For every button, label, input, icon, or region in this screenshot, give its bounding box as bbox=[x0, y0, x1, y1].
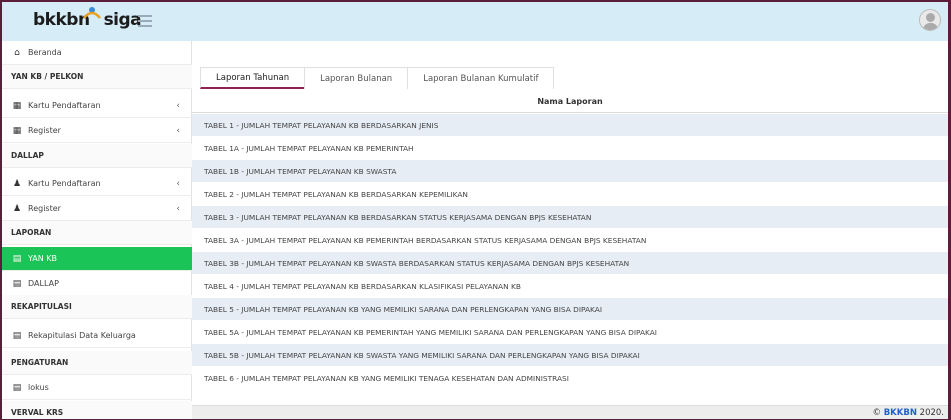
main-content: Laporan Tahunan Laporan Bulanan Laporan … bbox=[192, 41, 948, 419]
sidebar-item-dallap-kartu-pendaftaran[interactable]: ♟ Kartu Pendaftaran ‹ bbox=[2, 172, 192, 196]
chevron-left-icon: ‹ bbox=[176, 203, 180, 214]
user-avatar[interactable] bbox=[919, 9, 941, 31]
report-tabs: Laporan Tahunan Laporan Bulanan Laporan … bbox=[200, 67, 555, 89]
chevron-left-icon: ‹ bbox=[176, 100, 180, 111]
table-row[interactable]: TABEL 5 - JUMLAH TEMPAT PELAYANAN KB YAN… bbox=[192, 298, 948, 321]
users-icon: ♟ bbox=[12, 203, 22, 214]
table-row[interactable]: TABEL 3 - JUMLAH TEMPAT PELAYANAN KB BER… bbox=[192, 206, 948, 229]
logo-mark-icon bbox=[83, 7, 101, 19]
clipboard-icon: ▤ bbox=[12, 382, 22, 393]
table-row[interactable]: TABEL 6 - JUMLAH TEMPAT PELAYANAN KB YAN… bbox=[192, 367, 948, 390]
section-laporan: LAPORAN bbox=[2, 221, 192, 245]
clipboard-icon: ▤ bbox=[12, 330, 22, 341]
report-list: TABEL 1 - JUMLAH TEMPAT PELAYANAN KB BER… bbox=[192, 114, 948, 390]
table-icon: ▦ bbox=[12, 100, 22, 111]
tab-laporan-bulanan-kumulatif[interactable]: Laporan Bulanan Kumulatif bbox=[407, 67, 555, 89]
section-rekapitulasi: REKAPITULASI bbox=[2, 295, 192, 319]
table-row[interactable]: TABEL 5B - JUMLAH TEMPAT PELAYANAN KB SW… bbox=[192, 344, 948, 367]
table-row[interactable]: TABEL 3B - JUMLAH TEMPAT PELAYANAN KB SW… bbox=[192, 252, 948, 275]
clipboard-icon: ▤ bbox=[12, 253, 22, 264]
chevron-left-icon: ‹ bbox=[176, 125, 180, 136]
table-header: Nama Laporan bbox=[192, 91, 948, 113]
section-dallap: DALLAP bbox=[2, 144, 192, 168]
table-row[interactable]: TABEL 4 - JUMLAH TEMPAT PELAYANAN KB BER… bbox=[192, 275, 948, 298]
sidebar-item-yankb[interactable]: ▤ YAN KB bbox=[2, 247, 192, 271]
sidebar-item-rekapitulasi[interactable]: ▤ Rekapitulasi Data Keluarga bbox=[2, 324, 192, 348]
sidebar-item-kartu-pendaftaran[interactable]: ▦ Kartu Pendaftaran ‹ bbox=[2, 94, 192, 118]
sidebar: ⌂ Beranda YAN KB / PELKON ▦ Kartu Pendaf… bbox=[2, 41, 192, 419]
sidebar-item-beranda[interactable]: ⌂ Beranda bbox=[2, 41, 192, 65]
users-icon: ♟ bbox=[12, 178, 22, 189]
home-icon: ⌂ bbox=[14, 47, 20, 58]
table-row[interactable]: TABEL 1 - JUMLAH TEMPAT PELAYANAN KB BER… bbox=[192, 114, 948, 137]
header-bar bbox=[180, 2, 948, 41]
tab-laporan-bulanan[interactable]: Laporan Bulanan bbox=[304, 67, 409, 89]
section-verval-krs: VERVAL KRS bbox=[2, 401, 192, 419]
section-yankb: YAN KB / PELKON bbox=[2, 65, 192, 89]
menu-toggle-icon[interactable] bbox=[138, 15, 152, 27]
sidebar-item-register[interactable]: ▦ Register ‹ bbox=[2, 119, 192, 143]
table-row[interactable]: TABEL 1B - JUMLAH TEMPAT PELAYANAN KB SW… bbox=[192, 160, 948, 183]
table-icon: ▦ bbox=[12, 125, 22, 136]
table-row[interactable]: TABEL 2 - JUMLAH TEMPAT PELAYANAN KB BER… bbox=[192, 183, 948, 206]
brand-area: bkkbn siga bbox=[2, 2, 180, 41]
table-row[interactable]: TABEL 3A - JUMLAH TEMPAT PELAYANAN KB PE… bbox=[192, 229, 948, 252]
sidebar-item-lokus[interactable]: ▤ lokus bbox=[2, 376, 192, 400]
table-row[interactable]: TABEL 5A - JUMLAH TEMPAT PELAYANAN KB PE… bbox=[192, 321, 948, 344]
topbar: bkkbn siga bbox=[2, 2, 948, 41]
app-window: bkkbn siga ⌂ Beranda YAN KB / PELKON ▦ Ka… bbox=[2, 2, 948, 419]
section-pengaturan: PENGATURAN bbox=[2, 351, 192, 375]
tab-laporan-tahunan[interactable]: Laporan Tahunan bbox=[200, 67, 306, 89]
sidebar-item-dallap[interactable]: ▤ DALLAP bbox=[2, 272, 192, 296]
table-row[interactable]: TABEL 1A - JUMLAH TEMPAT PELAYANAN KB PE… bbox=[192, 137, 948, 160]
sidebar-item-dallap-register[interactable]: ♟ Register ‹ bbox=[2, 197, 192, 221]
footer: © BKKBN 2020. bbox=[192, 405, 948, 419]
footer-org-link[interactable]: BKKBN bbox=[884, 408, 917, 418]
clipboard-icon: ▤ bbox=[12, 278, 22, 289]
chevron-left-icon: ‹ bbox=[176, 178, 180, 189]
